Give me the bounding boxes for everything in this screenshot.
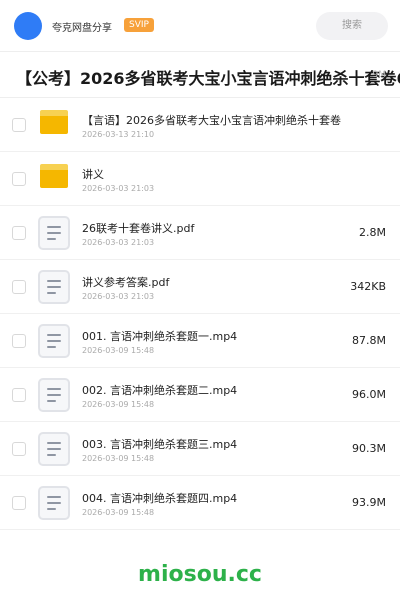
file-date: 2026-03-09 15:48 [82, 508, 155, 517]
file-row[interactable]: 001. 言语冲刺绝杀套题一.mp4 2026-03-09 15:48 87.8… [0, 314, 400, 368]
row-checkbox[interactable] [12, 388, 26, 402]
file-list: 【言语】2026多省联考大宝小宝言语冲刺绝杀十套卷 2026-03-13 21:… [0, 98, 400, 530]
file-date: 2026-03-09 15:48 [82, 454, 155, 463]
file-date: 2026-03-03 21:03 [82, 238, 155, 247]
file-row[interactable]: 004. 言语冲刺绝杀套题四.mp4 2026-03-09 15:48 93.9… [0, 476, 400, 530]
svip-badge: SVIP [124, 18, 154, 32]
file-size: 93.9M [352, 496, 386, 509]
header-bar: 夸克网盘分享 SVIP 搜索 [0, 0, 400, 52]
user-name: 夸克网盘分享 [52, 23, 112, 34]
document-icon [38, 216, 70, 250]
file-date: 2026-03-09 15:48 [82, 346, 155, 355]
document-icon [38, 486, 70, 520]
row-checkbox[interactable] [12, 280, 26, 294]
file-date: 2026-03-13 21:10 [82, 130, 155, 139]
file-row[interactable]: 003. 言语冲刺绝杀套题三.mp4 2026-03-09 15:48 90.3… [0, 422, 400, 476]
folder-icon [40, 110, 68, 134]
document-icon [38, 432, 70, 466]
file-name: 002. 言语冲刺绝杀套题二.mp4 [82, 384, 238, 397]
file-name: 004. 言语冲刺绝杀套题四.mp4 [82, 492, 238, 505]
file-date: 2026-03-03 21:03 [82, 292, 155, 301]
avatar[interactable] [14, 12, 42, 40]
share-total-size: 9M [372, 70, 387, 80]
document-icon [38, 378, 70, 412]
file-name: 讲义参考答案.pdf [82, 276, 170, 289]
row-checkbox[interactable] [12, 226, 26, 240]
file-row[interactable]: 26联考十套卷讲义.pdf 2026-03-03 21:03 2.8M [0, 206, 400, 260]
document-icon [38, 324, 70, 358]
folder-row[interactable]: 讲义 2026-03-03 21:03 [0, 152, 400, 206]
folder-icon [40, 164, 68, 188]
row-checkbox[interactable] [12, 442, 26, 456]
row-checkbox[interactable] [12, 172, 26, 186]
share-title-row: 【公考】2026多省联考大宝小宝言语冲刺绝杀十套卷6 9M [0, 52, 400, 98]
row-checkbox[interactable] [12, 496, 26, 510]
search-button[interactable]: 搜索 [316, 12, 388, 40]
file-row[interactable]: 讲义参考答案.pdf 2026-03-03 21:03 342KB [0, 260, 400, 314]
share-title: 【公考】2026多省联考大宝小宝言语冲刺绝杀十套卷6 [16, 69, 400, 88]
file-date: 2026-03-09 15:48 [82, 400, 155, 409]
document-icon [38, 270, 70, 304]
row-checkbox[interactable] [12, 118, 26, 132]
file-name: 讲义 [82, 168, 104, 181]
file-row[interactable]: 002. 言语冲刺绝杀套题二.mp4 2026-03-09 15:48 96.0… [0, 368, 400, 422]
file-size: 2.8M [359, 226, 386, 239]
file-name: 003. 言语冲刺绝杀套题三.mp4 [82, 438, 238, 451]
folder-row[interactable]: 【言语】2026多省联考大宝小宝言语冲刺绝杀十套卷 2026-03-13 21:… [0, 98, 400, 152]
file-name: 26联考十套卷讲义.pdf [82, 222, 195, 235]
watermark: miosou.cc [138, 562, 262, 587]
file-size: 96.0M [352, 388, 386, 401]
file-name: 001. 言语冲刺绝杀套题一.mp4 [82, 330, 238, 343]
file-size: 87.8M [352, 334, 386, 347]
file-name: 【言语】2026多省联考大宝小宝言语冲刺绝杀十套卷 [82, 114, 341, 127]
file-size: 342KB [350, 280, 386, 293]
file-size: 90.3M [352, 442, 386, 455]
file-date: 2026-03-03 21:03 [82, 184, 155, 193]
row-checkbox[interactable] [12, 334, 26, 348]
